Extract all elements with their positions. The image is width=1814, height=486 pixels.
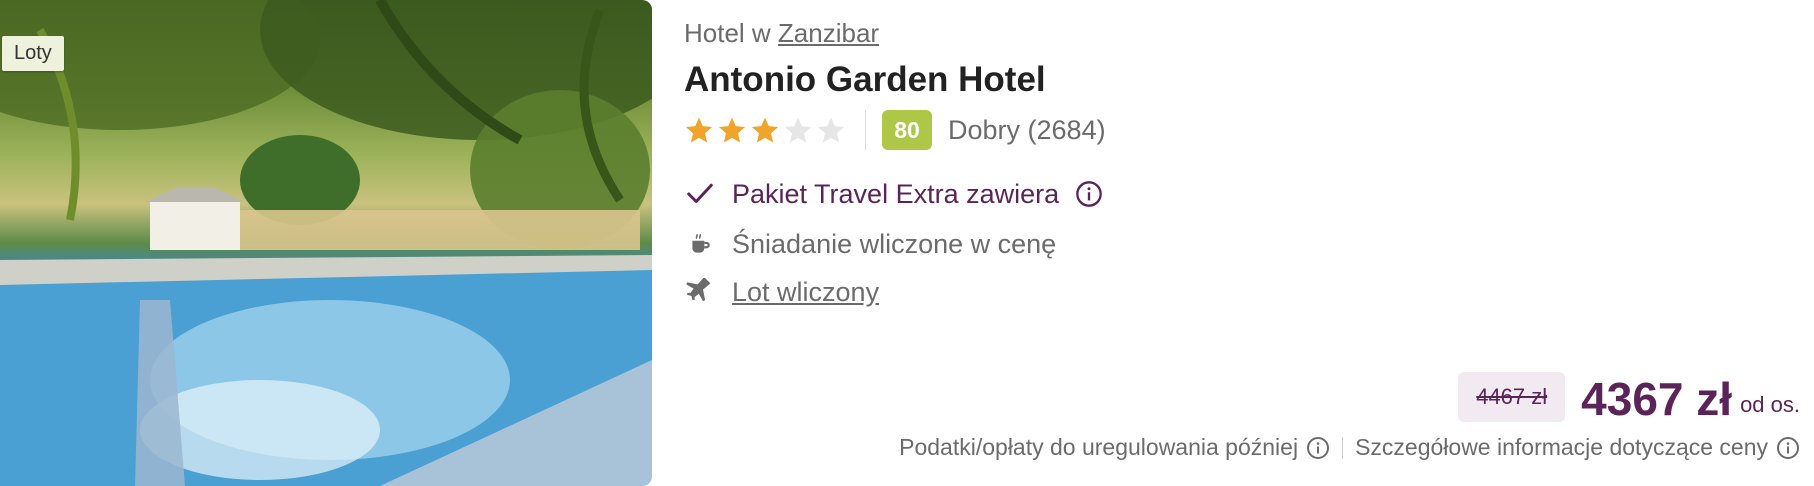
score-label[interactable]: Dobry (2684) [948, 115, 1106, 146]
rating-divider [865, 110, 866, 150]
star-empty-icon [817, 117, 845, 143]
info-icon[interactable] [1075, 180, 1103, 208]
hotel-photo[interactable]: Loty [0, 0, 652, 486]
flight-link[interactable]: Lot wliczony [732, 277, 879, 308]
price-details-link[interactable]: Szczegółowe informacje dotyczące ceny [1355, 434, 1768, 461]
location-link[interactable]: Zanzibar [778, 18, 879, 48]
rating-row: 80 Dobry (2684) [684, 108, 1106, 152]
pool-illustration [0, 0, 652, 486]
per-person-label: od os. [1740, 392, 1800, 417]
location-prefix: Hotel w [684, 18, 778, 48]
score-badge: 80 [882, 110, 932, 150]
info-icon[interactable] [1776, 436, 1800, 460]
coffee-cup-icon [684, 228, 716, 260]
star-icon [751, 117, 779, 143]
feature-breakfast: Śniadanie wliczone w cenę [684, 228, 1056, 260]
info-icon[interactable] [1306, 436, 1330, 460]
check-icon [684, 178, 716, 210]
hotel-name[interactable]: Antonio Garden Hotel [684, 60, 1046, 100]
image-tag: Loty [2, 36, 64, 71]
star-empty-icon [784, 117, 812, 143]
package-label: Pakiet Travel Extra zawiera [732, 178, 1060, 209]
price-row: 4467 zł 4367 zł od os. [1458, 372, 1800, 422]
feature-package: Pakiet Travel Extra zawiera [684, 178, 1103, 210]
footer-divider [1342, 436, 1344, 459]
star-icon [685, 117, 713, 143]
price-footer: Podatki/opłaty do uregulowania później S… [899, 434, 1800, 461]
current-price[interactable]: 4367 zł [1581, 376, 1732, 422]
old-price: 4467 zł [1458, 372, 1566, 422]
airplane-icon [684, 276, 716, 308]
hotel-location: Hotel w Zanzibar [684, 18, 879, 49]
star-icon [718, 117, 746, 143]
breakfast-label: Śniadanie wliczone w cenę [732, 228, 1057, 259]
taxes-note: Podatki/opłaty do uregulowania później [899, 434, 1299, 460]
feature-flight[interactable]: Lot wliczony [684, 276, 879, 308]
